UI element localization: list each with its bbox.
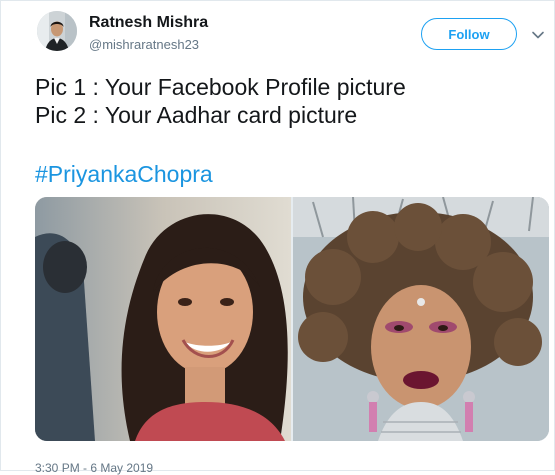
caret-down-icon[interactable] bbox=[531, 28, 545, 42]
author-handle[interactable]: @mishraratnesh23 bbox=[89, 37, 199, 52]
tweet-header: Ratnesh Mishra @mishraratnesh23 Follow bbox=[1, 1, 554, 65]
tweet-text-line: Pic 1 : Your Facebook Profile picture bbox=[35, 74, 406, 100]
tweet-text: Pic 1 : Your Facebook Profile picture Pi… bbox=[35, 73, 535, 129]
smiling-woman-photo[interactable] bbox=[35, 197, 291, 441]
avatar[interactable] bbox=[37, 11, 77, 51]
tweet-timestamp[interactable]: 3:30 PM - 6 May 2019 bbox=[35, 461, 153, 475]
tweet-text-line: Pic 2 : Your Aadhar card picture bbox=[35, 102, 358, 128]
hashtag-link[interactable]: #PriyankaChopra bbox=[35, 160, 213, 188]
avatar-image bbox=[37, 11, 77, 51]
follow-button[interactable]: Follow bbox=[421, 18, 517, 50]
media-grid bbox=[35, 197, 549, 441]
curly-hair-woman-photo[interactable] bbox=[293, 197, 549, 441]
tweet-card: Ratnesh Mishra @mishraratnesh23 Follow P… bbox=[0, 0, 555, 475]
author-name[interactable]: Ratnesh Mishra bbox=[89, 14, 208, 32]
